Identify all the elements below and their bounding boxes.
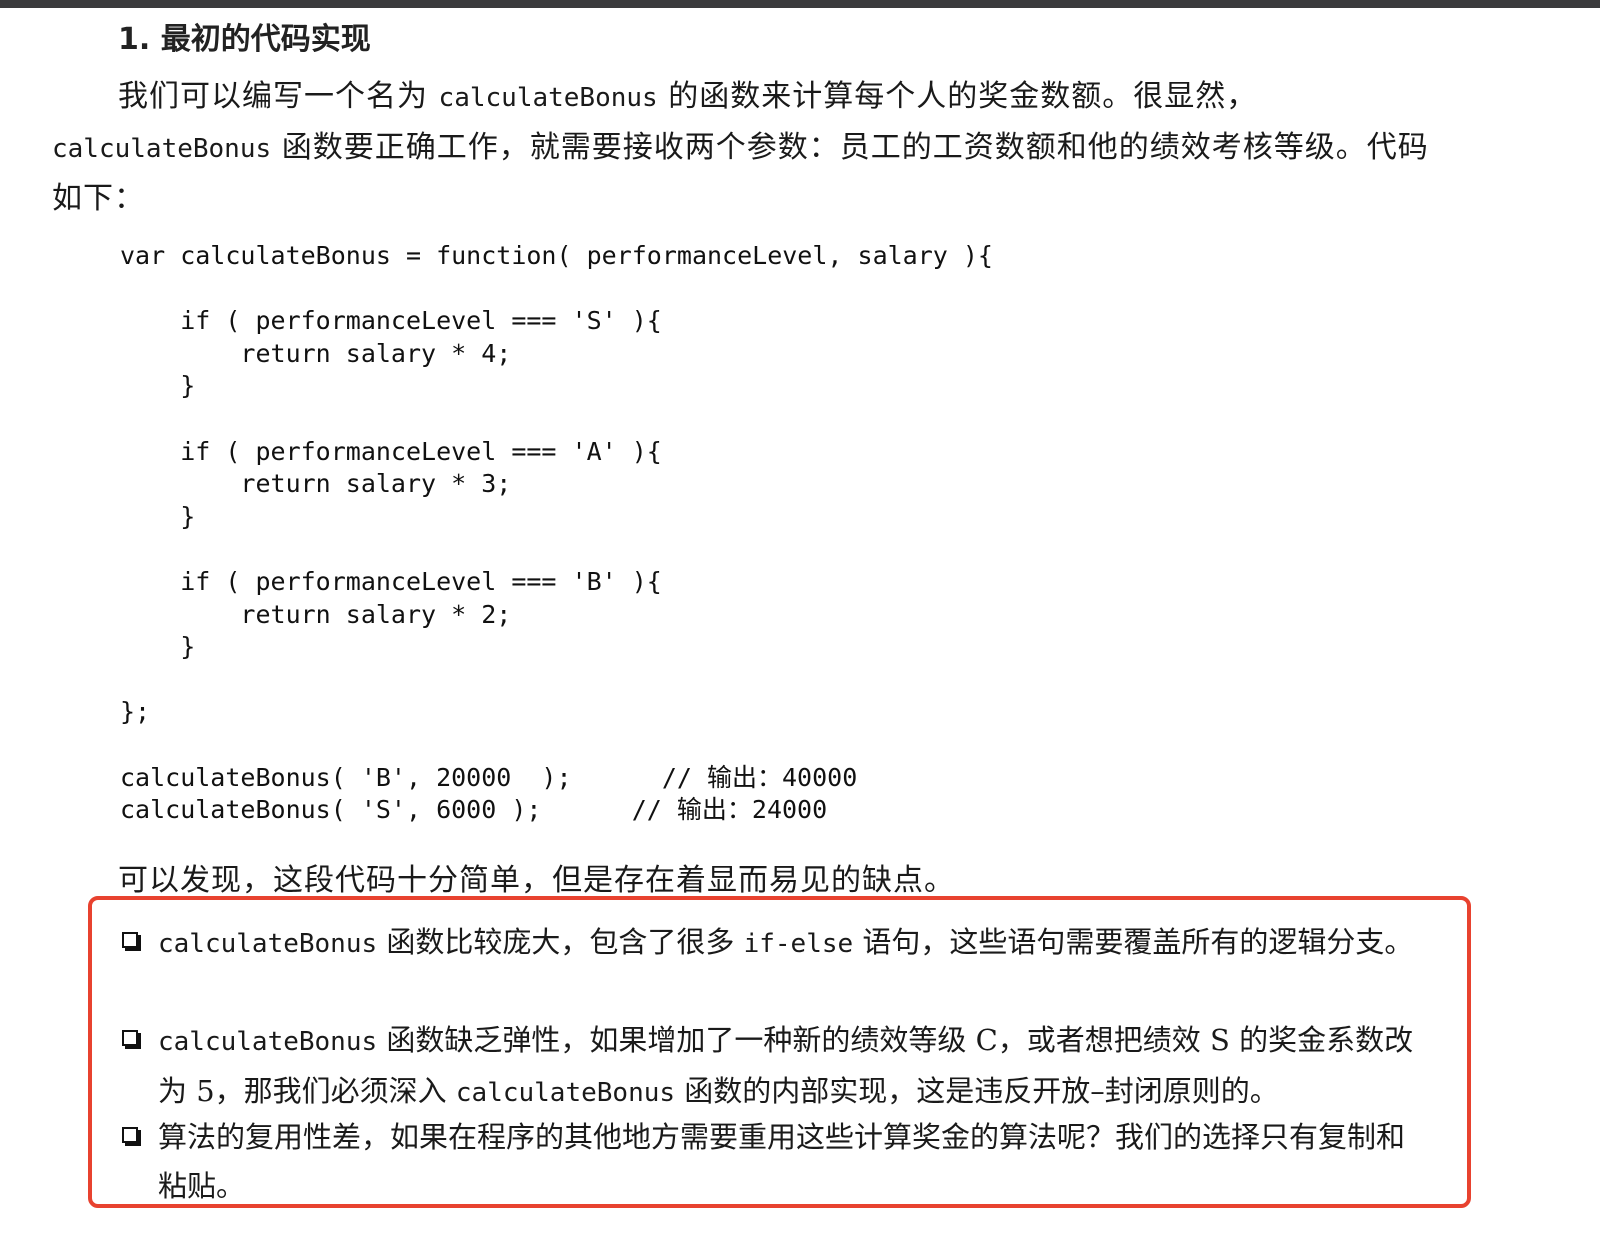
intro-text-2: 的函数来计算每个人的奖金数额。很显然， [668,79,1258,114]
drawback-segment: 函数的内部实现，这是违反开放–封闭原则的。 [675,1074,1279,1108]
drawback-segment: 函数比较庞大，包含了很多 [377,925,744,959]
code-term: calculateBonus [455,1078,676,1108]
drawback-segment: 语句，这些语句需要覆盖所有的逻辑分支。 [853,925,1414,959]
code-line: if ( performanceLevel === 'A' ){ [120,436,662,466]
drawback-text: calculateBonus 函数缺乏弹性，如果增加了一种新的绩效等级 C，或者… [158,1016,1422,1118]
code-line: calculateBonus( 'S', 6000 ); // 输出：24000 [120,795,828,825]
code-term: calculateBonus [158,929,378,959]
intro-function-name-2: calculateBonus [52,134,272,164]
drawback-item-2: calculateBonus 函数缺乏弹性，如果增加了一种新的绩效等级 C，或者… [122,1016,1422,1118]
window-top-bar [0,0,1600,8]
intro-function-name: calculateBonus [438,83,658,113]
section-title: 1. 最初的代码实现 [118,22,371,57]
drawback-segment: 算法的复用性差，如果在程序的其他地方需要重用这些计算奖金的算法呢？我们的选择只有… [158,1120,1406,1203]
intro-paragraph: 我们可以编写一个名为 calculateBonus 的函数来计算每个人的奖金数额… [52,72,1432,223]
code-line: } [120,371,196,401]
checkbox-bullet-icon [122,932,138,948]
drawback-text: 算法的复用性差，如果在程序的其他地方需要重用这些计算奖金的算法呢？我们的选择只有… [158,1113,1422,1211]
drawback-item-3: 算法的复用性差，如果在程序的其他地方需要重用这些计算奖金的算法呢？我们的选择只有… [122,1113,1422,1211]
code-line: } [120,632,196,662]
code-line: }; [120,697,151,727]
code-line: if ( performanceLevel === 'B' ){ [120,566,662,596]
code-line: return salary * 3; [120,469,512,499]
drawback-item-1: calculateBonus 函数比较庞大，包含了很多 if-else 语句，这… [122,918,1422,969]
code-term: calculateBonus [158,1027,378,1057]
code-line: calculateBonus( 'B', 20000 ); // 输出：4000… [120,762,858,792]
code-line: if ( performanceLevel === 'S' ){ [120,306,662,336]
code-line: var calculateBonus = function( performan… [120,241,993,270]
checkbox-bullet-icon [122,1127,138,1143]
drawback-text: calculateBonus 函数比较庞大，包含了很多 if-else 语句，这… [158,918,1422,969]
code-line: return salary * 2; [120,599,512,629]
code-line: } [120,501,196,531]
code-block: var calculateBonus = function( performan… [120,240,993,827]
summary-sentence: 可以发现，这段代码十分简单，但是存在着显而易见的缺点。 [118,863,955,898]
checkbox-bullet-icon [122,1030,138,1046]
code-term: if-else [743,929,854,959]
intro-text-1: 我们可以编写一个名为 [118,79,428,114]
code-line: return salary * 4; [120,338,512,368]
